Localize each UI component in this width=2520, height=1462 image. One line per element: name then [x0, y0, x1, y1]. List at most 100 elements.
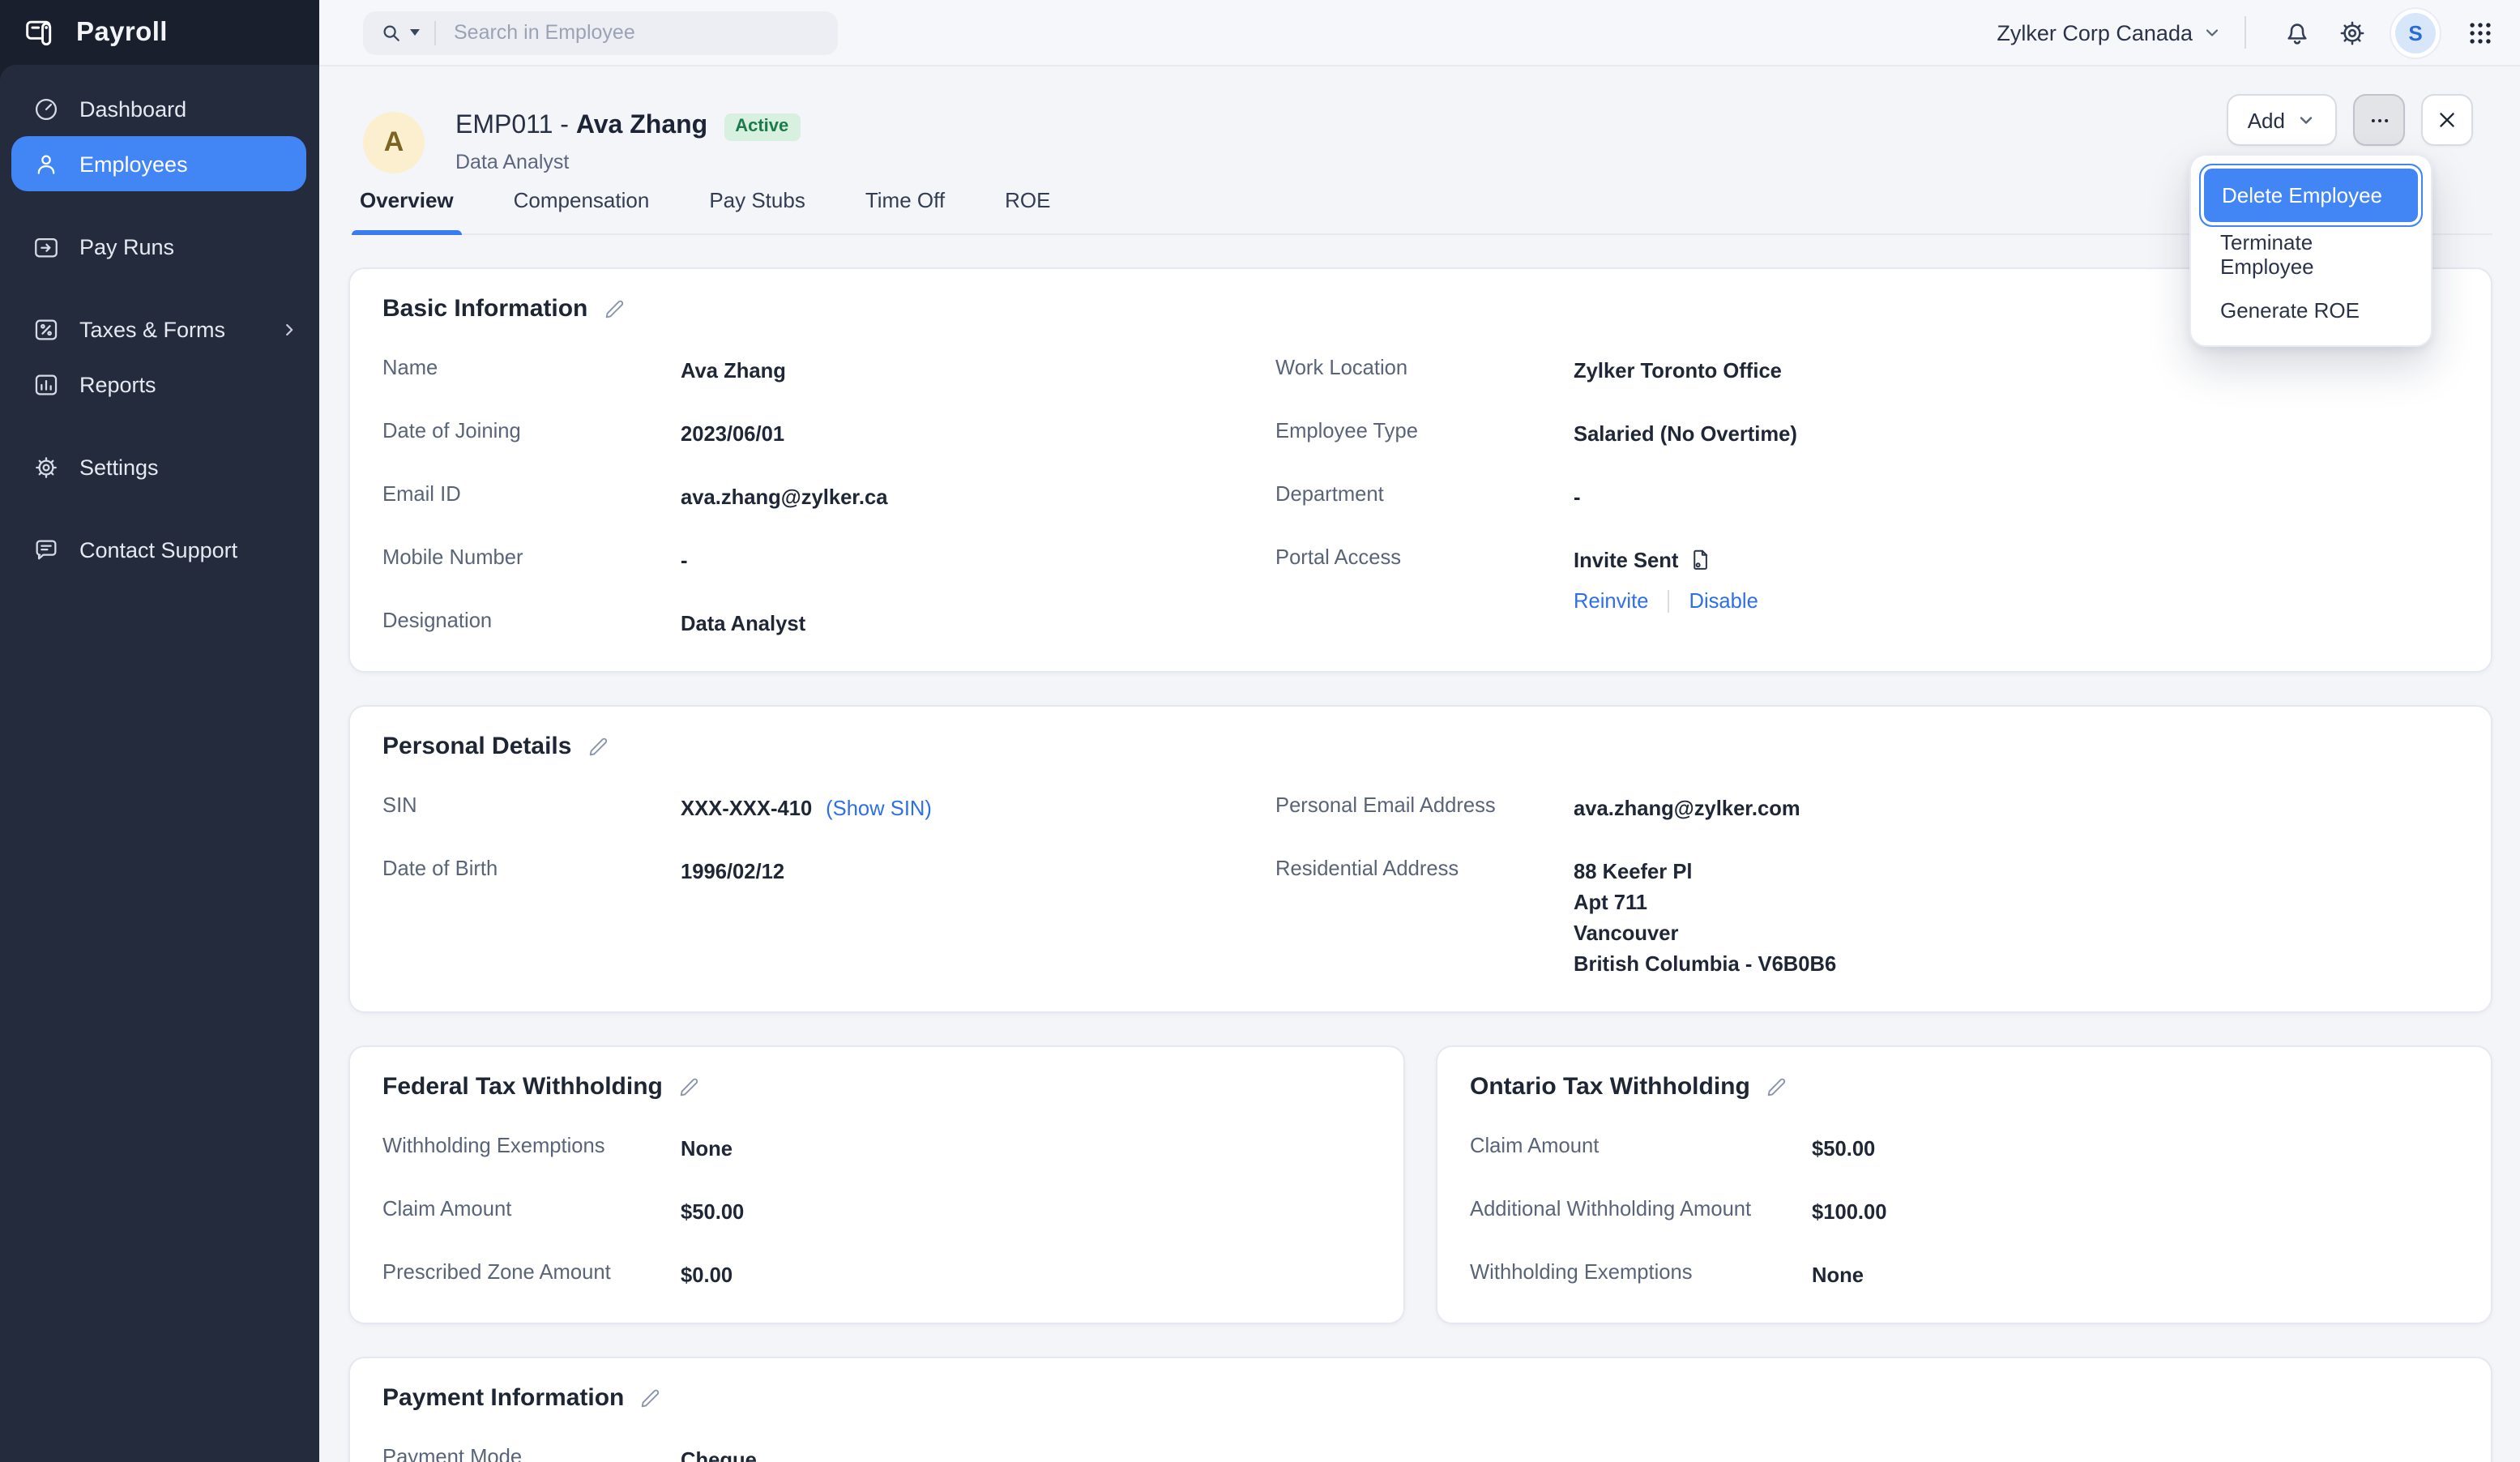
edit-basic-information-button[interactable] [602, 297, 625, 320]
close-button[interactable] [2421, 94, 2473, 146]
address-line: British Columbia - V6B0B6 [1574, 948, 2458, 979]
sidebar-header: Payroll [0, 0, 319, 65]
residential-address-value: 88 Keefer Pl Apt 711 Vancouver British C… [1574, 856, 2458, 979]
chevron-right-icon [280, 320, 298, 338]
edit-payment-information-button[interactable] [639, 1387, 661, 1409]
tab-content: Basic Information Name Ava Zhang [348, 267, 2492, 1462]
settings-button[interactable] [2324, 5, 2379, 60]
sidebar-group-spacer [0, 412, 319, 439]
field-label: Portal Access [1275, 545, 1574, 569]
chevron-down-icon [2202, 23, 2222, 42]
sin-value: XXX-XXX-410 [681, 796, 812, 820]
topbar: Zylker Corp Canada [319, 0, 2520, 66]
sidebar-item-label: Employees [79, 152, 188, 176]
close-icon [2436, 109, 2458, 131]
sidebar-item-taxes-forms[interactable]: Taxes & Forms [0, 301, 319, 357]
address-line: Apt 711 [1574, 887, 2458, 917]
basic-information-card: Basic Information Name Ava Zhang [348, 267, 2492, 673]
edit-pencil-icon [602, 297, 625, 320]
sidebar-item-label: Pay Runs [79, 234, 174, 259]
field-value: $50.00 [681, 1196, 1371, 1227]
edit-pencil-icon [1765, 1075, 1787, 1098]
ellipsis-icon [2367, 108, 2391, 132]
sidebar: Payroll Dashboard Employees [0, 0, 319, 1462]
field-value: - [1574, 481, 2458, 512]
address-line: Vancouver [1574, 917, 2458, 948]
sidebar-group-spacer [0, 494, 319, 522]
show-sin-link[interactable]: (Show SIN) [826, 796, 932, 820]
employee-info: EMP011 - Ava Zhang Active Data Analyst [455, 112, 800, 173]
field-row: Designation Data Analyst [382, 608, 1211, 639]
tab-overview[interactable]: Overview [357, 188, 457, 233]
personal-details-right-column: Personal Email Address ava.zhang@zylker.… [1275, 760, 2458, 979]
global-search[interactable] [363, 11, 838, 54]
field-value: - [681, 545, 1211, 575]
field-row: Employee Type Salaried (No Overtime) [1275, 418, 2458, 449]
edit-personal-details-button[interactable] [586, 735, 609, 758]
search-input[interactable] [451, 19, 822, 45]
user-avatar[interactable]: S [2395, 12, 2436, 53]
field-value: $100.00 [1812, 1196, 2458, 1227]
add-button[interactable]: Add [2227, 94, 2337, 146]
field-value: ava.zhang@zylker.com [1574, 793, 2458, 823]
invite-sent-document-icon [1688, 548, 1712, 572]
field-label: Prescribed Zone Amount [382, 1259, 681, 1284]
sidebar-item-label: Reports [79, 372, 156, 396]
field-row: Name Ava Zhang [382, 355, 1211, 386]
field-label: Email ID [382, 481, 681, 506]
tab-pay-stubs[interactable]: Pay Stubs [706, 188, 809, 233]
field-row-portal-access: Portal Access Invite Sent [1275, 545, 2458, 613]
employee-avatar: A [363, 112, 425, 173]
chevron-down-icon [2296, 110, 2316, 130]
personal-details-left-column: SIN XXX-XXX-410 (Show SIN) Date of Birth… [382, 760, 1211, 887]
apps-grid-icon [2466, 19, 2493, 46]
field-row-address: Residential Address 88 Keefer Pl Apt 711… [1275, 856, 2458, 979]
basic-info-right-column: Work Location Zylker Toronto Office Empl… [1275, 323, 2458, 613]
sidebar-item-settings[interactable]: Settings [0, 439, 319, 494]
edit-ontario-tax-button[interactable] [1765, 1075, 1787, 1098]
field-label: Residential Address [1275, 856, 1574, 880]
field-value: Salaried (No Overtime) [1574, 418, 2458, 449]
field-label: Claim Amount [1470, 1133, 1812, 1157]
menu-item-delete-employee[interactable]: Delete Employee [2199, 164, 2423, 227]
bell-icon [2281, 17, 2312, 48]
org-switcher[interactable]: Zylker Corp Canada [1997, 20, 2222, 45]
field-value: Zylker Toronto Office [1574, 355, 2458, 386]
edit-pencil-icon [639, 1387, 661, 1409]
field-value: $50.00 [1812, 1133, 2458, 1164]
employee-avatar-initial: A [384, 126, 404, 159]
card-title: Payment Information [382, 1384, 624, 1412]
edit-federal-tax-button[interactable] [677, 1075, 700, 1098]
tab-time-off[interactable]: Time Off [862, 188, 948, 233]
field-label: Claim Amount [382, 1196, 681, 1220]
field-label: Department [1275, 481, 1574, 506]
field-row: Date of Birth 1996/02/12 [382, 856, 1211, 887]
disable-link[interactable]: Disable [1689, 588, 1758, 613]
notifications-bell-button[interactable] [2269, 5, 2324, 60]
sidebar-item-employees[interactable]: Employees [11, 136, 306, 191]
card-title: Personal Details [382, 733, 571, 760]
apps-grid-button[interactable] [2452, 5, 2507, 60]
basic-info-left-column: Name Ava Zhang Date of Joining 2023/06/0… [382, 323, 1211, 639]
reinvite-link[interactable]: Reinvite [1574, 588, 1648, 613]
sidebar-group-spacer [0, 274, 319, 301]
sidebar-item-pay-runs[interactable]: Pay Runs [0, 219, 319, 274]
search-scope-caret-icon[interactable] [410, 29, 420, 36]
tab-compensation[interactable]: Compensation [510, 188, 653, 233]
dashboard-icon [32, 95, 60, 122]
field-row: Claim Amount $50.00 [1470, 1133, 2458, 1164]
employee-title-row: EMP011 - Ava Zhang Active [455, 112, 800, 141]
sidebar-item-reports[interactable]: Reports [0, 357, 319, 412]
card-title: Ontario Tax Withholding [1470, 1073, 1750, 1101]
sidebar-item-dashboard[interactable]: Dashboard [0, 81, 319, 136]
field-label: SIN [382, 793, 681, 817]
field-value: Data Analyst [681, 608, 1211, 639]
menu-item-terminate-employee[interactable]: Terminate Employee [2199, 227, 2423, 282]
payroll-cheque-icon [24, 15, 60, 50]
sidebar-item-label: Dashboard [79, 96, 186, 121]
sidebar-item-contact-support[interactable]: Contact Support [0, 522, 319, 577]
menu-item-generate-roe[interactable]: Generate ROE [2199, 282, 2423, 337]
more-options-button[interactable] [2353, 94, 2405, 146]
field-label: Designation [382, 608, 681, 632]
tab-roe[interactable]: ROE [1002, 188, 1053, 233]
